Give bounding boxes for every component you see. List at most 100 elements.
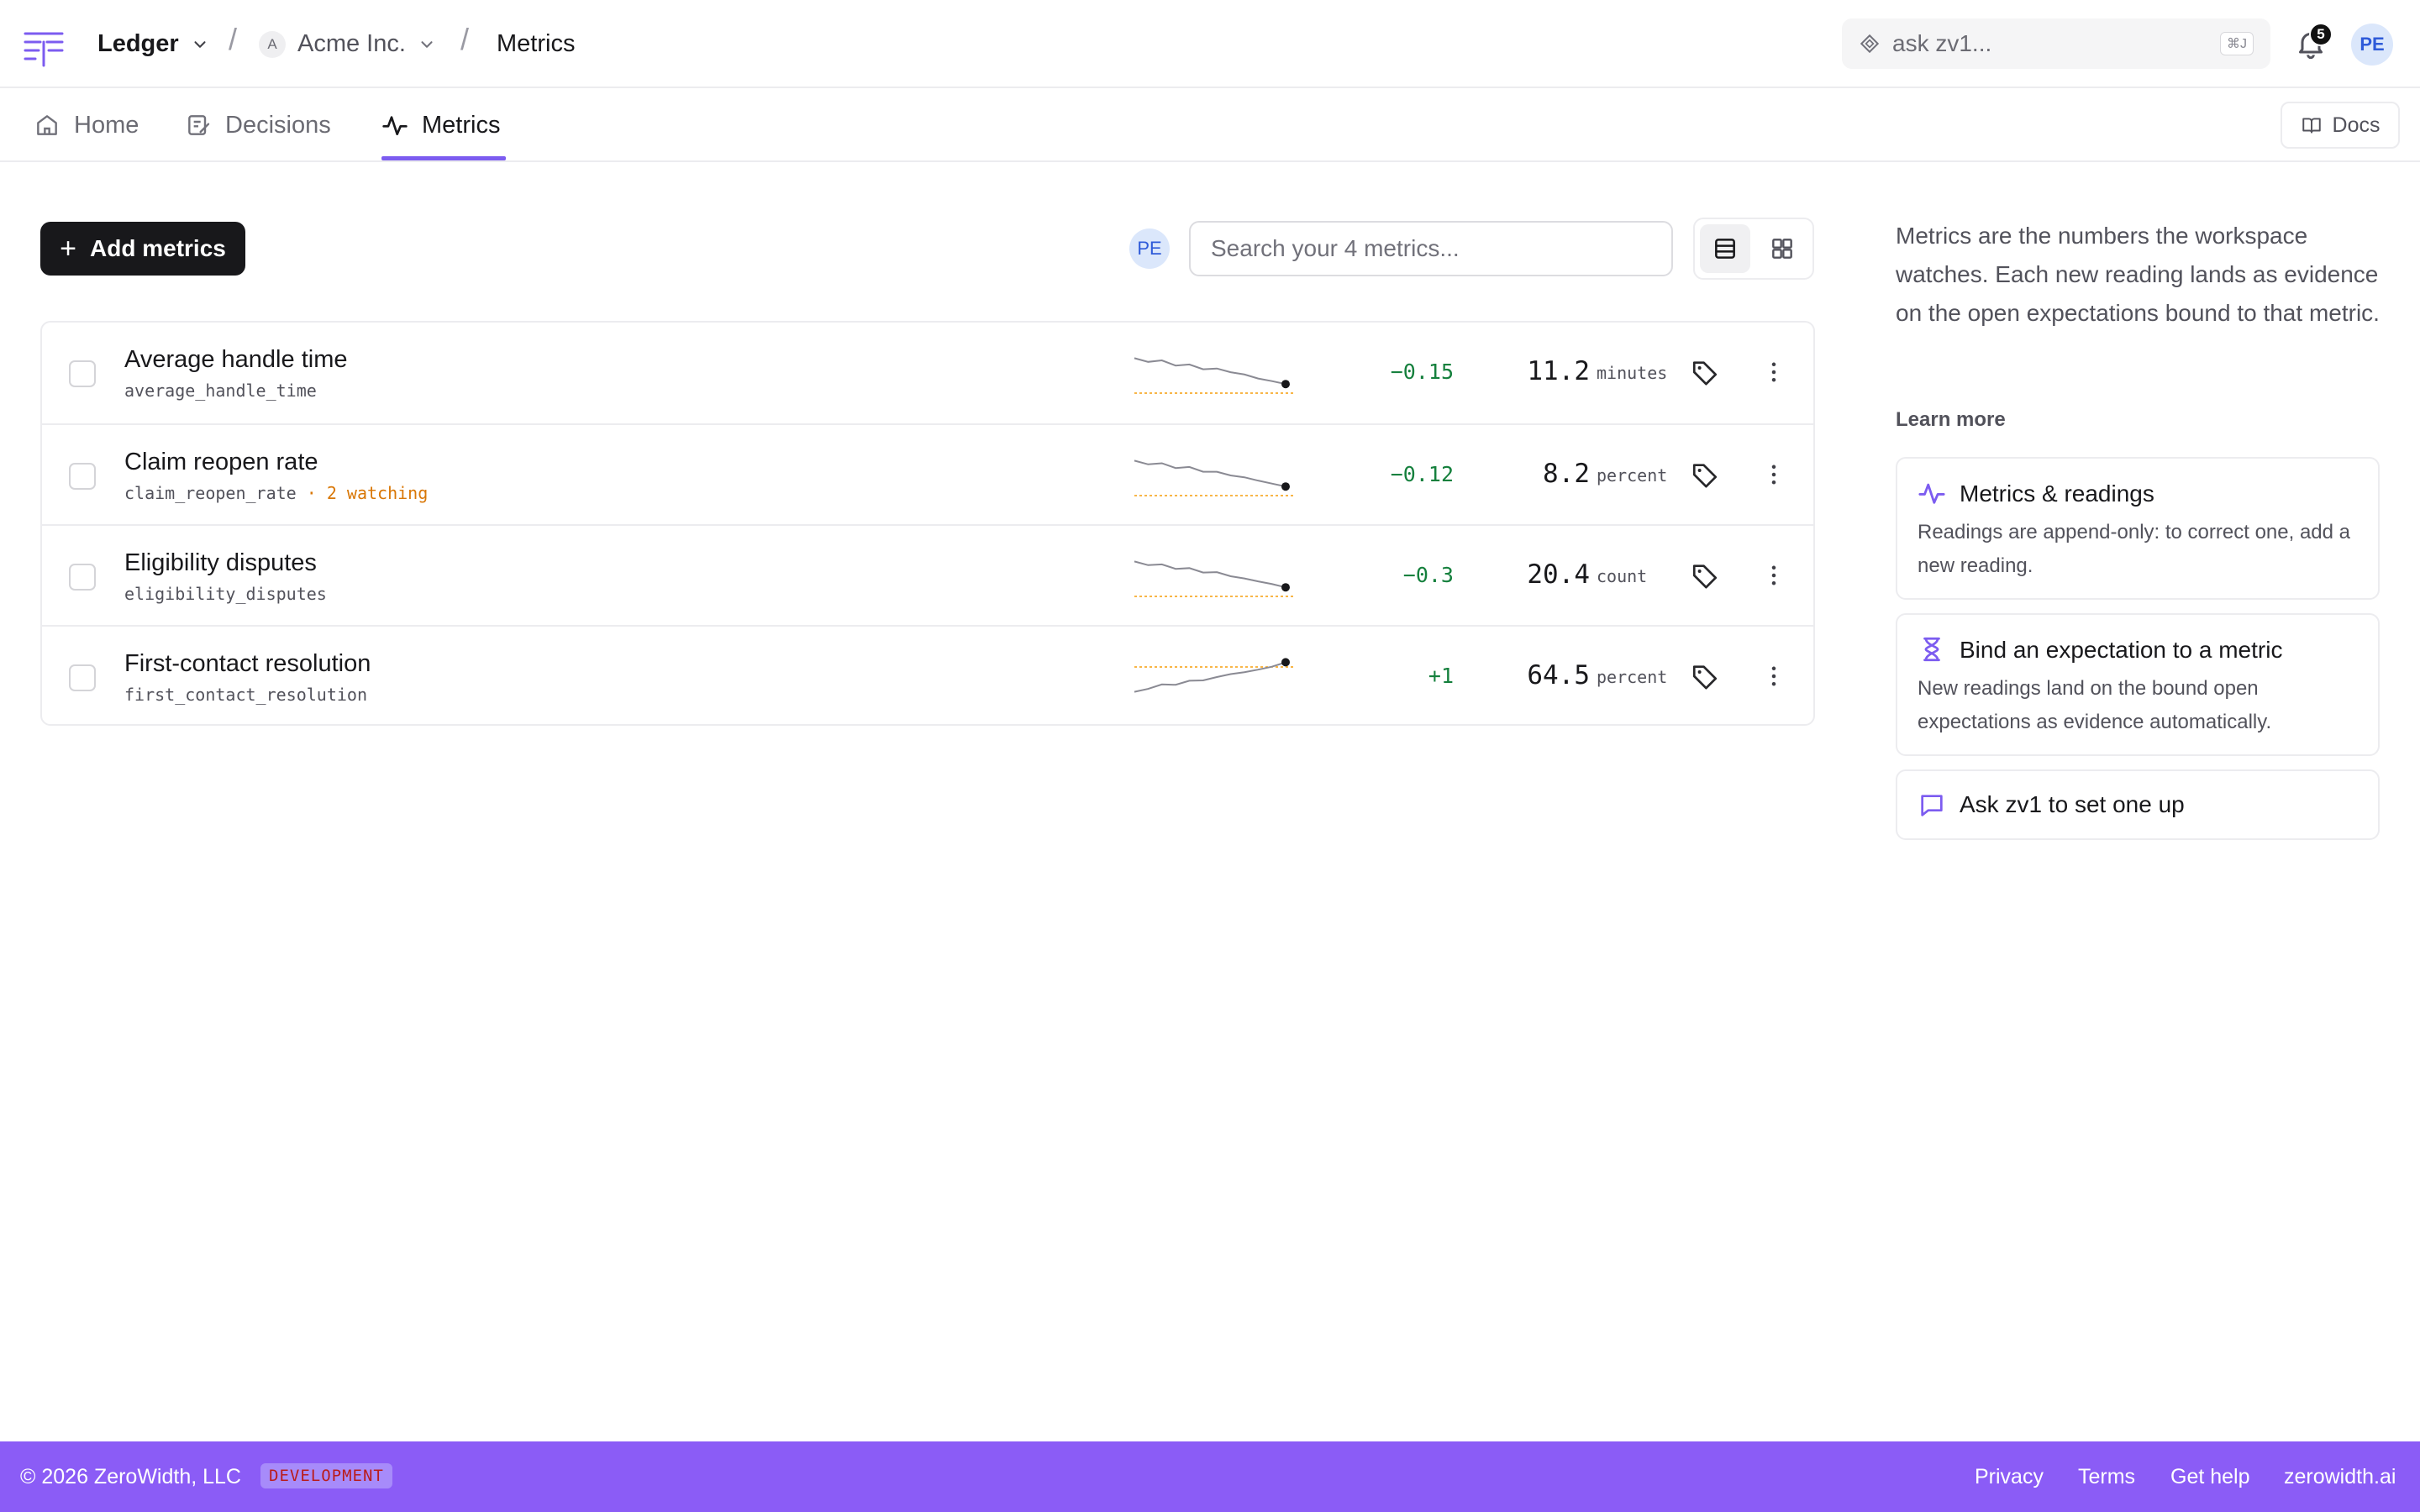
metric-sparkline xyxy=(1134,560,1294,597)
footer-link-terms[interactable]: Terms xyxy=(2078,1465,2135,1489)
hourglass-icon xyxy=(1923,637,1940,662)
watching-count: · 2 watching xyxy=(296,483,429,503)
row-checkbox[interactable] xyxy=(69,463,96,490)
more-options-icon[interactable] xyxy=(1760,358,1788,386)
metric-row[interactable]: Average handle time average_handle_time −0… xyxy=(42,323,1813,423)
footer: © 2026 ZeroWidth, LLC DEVELOPMENT Privac… xyxy=(0,1441,2420,1512)
footer-link-privacy[interactable]: Privacy xyxy=(1975,1465,2044,1489)
card-ask-assistant[interactable]: Ask zv1 to set one up xyxy=(1896,769,2380,840)
trend-line xyxy=(1134,459,1286,488)
org-switcher[interactable]: A Acme Inc. xyxy=(259,0,436,88)
metric-unit: minutes xyxy=(1597,363,1668,383)
tag-icon[interactable] xyxy=(1691,358,1719,386)
grid-view-icon xyxy=(1772,239,1792,259)
org-name: Acme Inc. xyxy=(297,30,406,57)
breadcrumb-separator: / xyxy=(460,22,470,56)
tab-label: Home xyxy=(74,111,139,139)
ask-assistant-bar[interactable]: ⌘J xyxy=(1842,18,2270,69)
book-icon xyxy=(2302,118,2321,134)
footer-link-zerowidth[interactable]: zerowidth.ai xyxy=(2284,1465,2396,1489)
active-tab-indicator xyxy=(381,156,506,160)
latest-reading-dot xyxy=(1281,583,1290,592)
metric-slug-text: claim_reopen_rate xyxy=(124,483,297,503)
metric-slug: eligibility_disputes xyxy=(124,584,327,604)
metric-unit: percent xyxy=(1597,465,1668,486)
app-logo-icon[interactable] xyxy=(24,30,64,67)
breadcrumb-current: Metrics xyxy=(497,0,575,88)
chat-icon xyxy=(1921,795,1943,816)
tab-metrics[interactable]: Metrics xyxy=(381,88,500,162)
metric-sparkline xyxy=(1134,459,1294,496)
card-bind-expectation[interactable]: Bind an expectation to a metric New read… xyxy=(1896,613,2380,756)
view-toggle xyxy=(1693,218,1814,280)
tab-home[interactable]: Home xyxy=(34,88,139,162)
row-checkbox[interactable] xyxy=(69,664,96,691)
tab-label: Decisions xyxy=(225,111,331,139)
org-badge: A xyxy=(259,30,286,58)
latest-reading-dot xyxy=(1281,658,1290,667)
more-options-icon[interactable] xyxy=(1760,561,1788,590)
metric-slug: claim_reopen_rate · 2 watching xyxy=(124,483,428,503)
tab-decisions[interactable]: Decisions xyxy=(185,88,331,162)
metric-unit: count xyxy=(1597,566,1648,586)
chevron-down-icon xyxy=(421,40,433,48)
ask-input[interactable] xyxy=(1892,30,2220,57)
metric-name: First-contact resolution xyxy=(124,650,371,677)
docs-label: Docs xyxy=(2332,113,2381,137)
add-metrics-button[interactable]: + Add metrics xyxy=(40,222,245,276)
grid-view-button[interactable] xyxy=(1757,224,1807,273)
metric-name: Claim reopen rate xyxy=(124,449,318,475)
docs-button[interactable]: Docs xyxy=(2281,102,2400,149)
metric-slug: first_contact_resolution xyxy=(124,685,367,705)
card-description: New readings land on the bound open expe… xyxy=(1918,677,2272,733)
metric-value: 64.5 xyxy=(1527,660,1590,690)
metric-value: 8.2 xyxy=(1543,459,1590,489)
shortcut-hint: ⌘J xyxy=(2220,32,2254,55)
add-metrics-label: Add metrics xyxy=(90,235,226,261)
environment-badge: DEVELOPMENT xyxy=(260,1463,392,1488)
owner-filter-avatar[interactable]: PE xyxy=(1129,228,1170,269)
row-checkbox[interactable] xyxy=(69,564,96,591)
list-view-button[interactable] xyxy=(1700,224,1750,273)
metric-row[interactable]: Eligibility disputes eligibility_disputes… xyxy=(42,524,1813,625)
latest-reading-dot xyxy=(1281,380,1290,389)
workspace-switcher[interactable]: Ledger xyxy=(97,0,209,88)
learn-more-heading: Learn more xyxy=(1896,408,2006,431)
metric-unit: percent xyxy=(1597,667,1668,687)
activity-icon xyxy=(1918,483,1945,504)
metric-slug-text: first_contact_resolution xyxy=(124,685,367,705)
card-metrics-readings[interactable]: Metrics & readings Readings are append-o… xyxy=(1896,457,2380,600)
metric-row[interactable]: First-contact resolution first_contact_re… xyxy=(42,625,1813,726)
metric-value: 20.4 xyxy=(1527,559,1590,590)
metric-sparkline xyxy=(1134,357,1294,394)
list-view-icon xyxy=(1715,239,1735,259)
top-bar: Ledger / A Acme Inc. / Metrics ⌘J 5 PE xyxy=(0,0,2420,88)
workspace-name: Ledger xyxy=(97,30,179,57)
more-options-icon[interactable] xyxy=(1760,662,1788,690)
footer-link-get-help[interactable]: Get help xyxy=(2170,1465,2250,1489)
metric-row[interactable]: Claim reopen rate claim_reopen_rate · 2 w… xyxy=(42,423,1813,524)
row-checkbox[interactable] xyxy=(69,360,96,387)
edit-note-icon xyxy=(188,115,210,135)
notification-count-badge: 5 xyxy=(2309,23,2333,46)
metric-name: Average handle time xyxy=(124,346,348,373)
diamond-sparkle-icon xyxy=(1860,34,1880,54)
tag-icon[interactable] xyxy=(1691,460,1719,489)
more-options-icon[interactable] xyxy=(1760,460,1788,489)
metrics-intro: Metrics are the numbers the workspace wa… xyxy=(1896,223,2380,326)
plus-icon: + xyxy=(60,233,77,265)
search-input[interactable] xyxy=(1189,221,1673,276)
tag-icon[interactable] xyxy=(1691,561,1719,590)
activity-icon xyxy=(382,116,408,135)
user-avatar[interactable]: PE xyxy=(2351,24,2393,66)
card-title: Metrics & readings xyxy=(1960,480,2154,507)
metric-name: Eligibility disputes xyxy=(124,549,317,576)
tag-icon[interactable] xyxy=(1691,662,1719,690)
breadcrumb-separator: / xyxy=(229,22,238,56)
card-title: Ask zv1 to set one up xyxy=(1960,791,2185,817)
card-description: Readings are append-only: to correct one… xyxy=(1918,521,2351,577)
main-nav: Home Decisions Metrics Docs xyxy=(0,88,2420,162)
home-icon xyxy=(37,115,57,135)
trend-line xyxy=(1134,357,1286,386)
chevron-down-icon xyxy=(194,40,206,48)
